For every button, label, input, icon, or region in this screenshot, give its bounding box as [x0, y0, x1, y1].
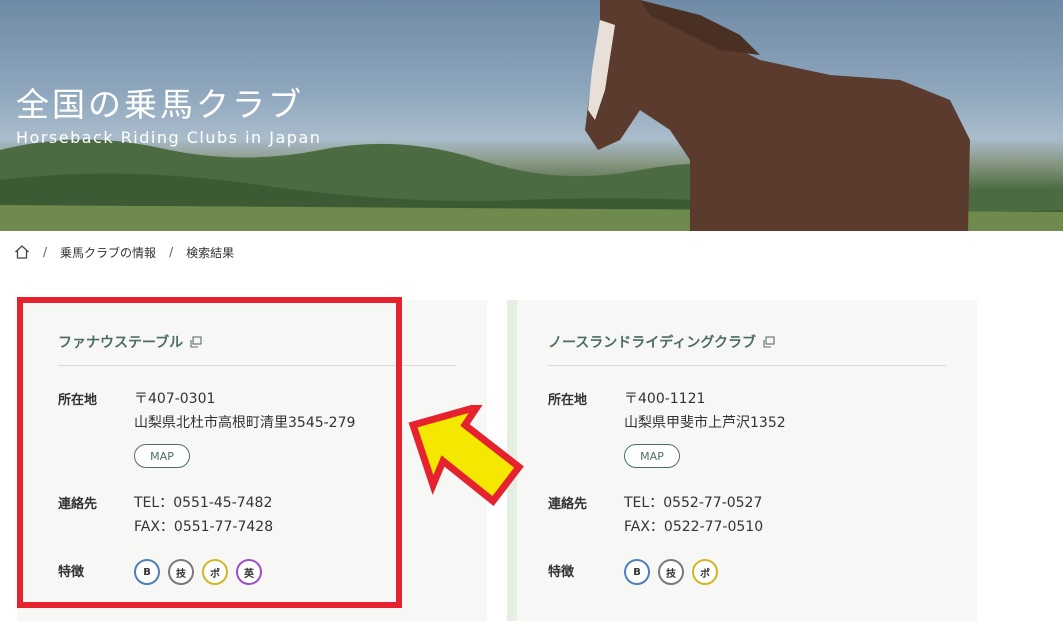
- feature-badge: B: [624, 559, 650, 585]
- club-name-link[interactable]: ノースランドライディングクラブ: [548, 332, 775, 352]
- external-link-icon[interactable]: [763, 336, 775, 348]
- highlight-box: [17, 297, 402, 608]
- fax: FAX：0522-77-0510: [624, 519, 764, 535]
- club-name[interactable]: ノースランドライディングクラブ: [548, 332, 756, 352]
- features-label: 特徴: [548, 565, 575, 580]
- breadcrumb-item-club-info[interactable]: 乗馬クラブの情報: [60, 244, 156, 261]
- home-icon[interactable]: [14, 244, 30, 260]
- breadcrumb-separator: /: [43, 245, 48, 259]
- hero-subtitle: Horseback Riding Clubs in Japan: [16, 128, 322, 147]
- hero-banner: 全国の乗馬クラブ Horseback Riding Clubs in Japan: [0, 0, 1063, 231]
- hero-title: 全国の乗馬クラブ: [16, 85, 304, 124]
- feature-badge: 技: [658, 559, 684, 585]
- tel: TEL：0552-77-0527: [624, 495, 763, 511]
- address: 山梨県甲斐市上芦沢1352: [624, 415, 786, 431]
- contact-label: 連絡先: [548, 497, 588, 512]
- divider: [548, 365, 946, 366]
- pointer-arrow-icon: [408, 405, 524, 506]
- feature-badges: B 技 ポ: [624, 559, 718, 585]
- postal-code: 〒400-1121: [624, 391, 706, 407]
- breadcrumb-separator: /: [169, 245, 174, 259]
- club-card: ノースランドライディングクラブ 所在地 〒400-1121 山梨県甲斐市上芦沢1…: [507, 300, 977, 621]
- breadcrumb: / 乗馬クラブの情報 / 検索結果: [14, 240, 234, 264]
- address-label: 所在地: [548, 393, 588, 408]
- map-button[interactable]: MAP: [624, 444, 680, 468]
- breadcrumb-item-search-results: 検索結果: [186, 245, 235, 260]
- feature-badge: ポ: [692, 559, 718, 585]
